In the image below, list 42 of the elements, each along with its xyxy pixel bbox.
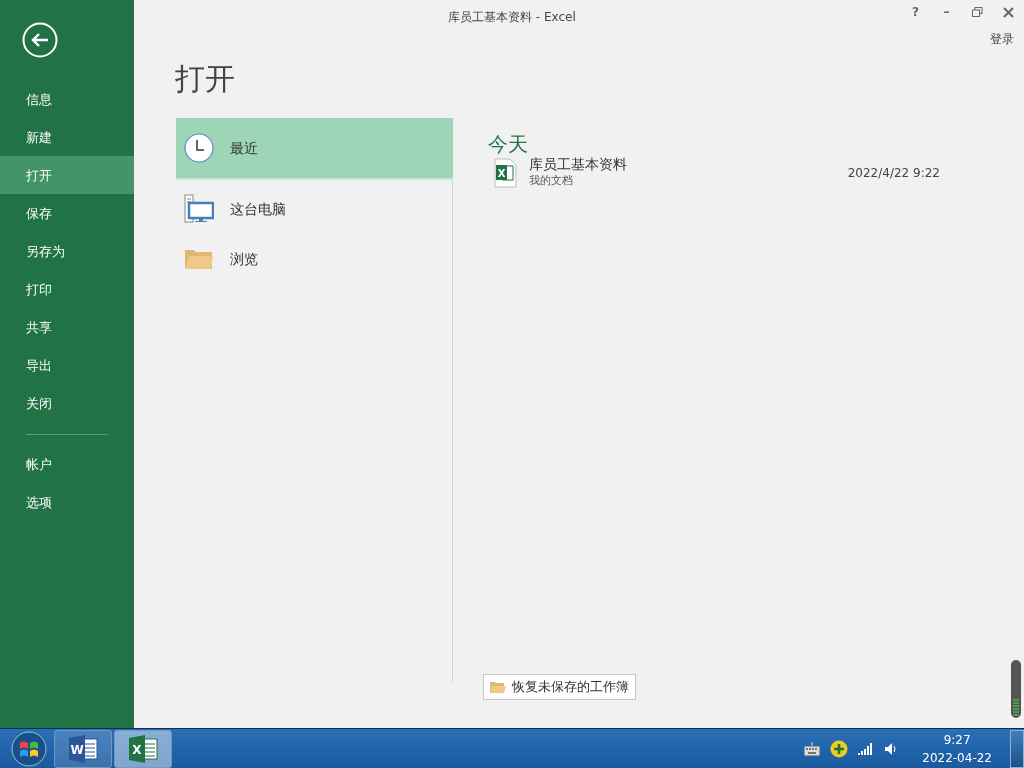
file-location: 我的文档 (529, 173, 574, 189)
clock-icon (184, 133, 214, 163)
help-button[interactable]: ? (900, 0, 931, 24)
minimize-button[interactable]: – (931, 0, 962, 24)
keyboard-icon[interactable] (804, 741, 821, 756)
file-name: 库员工基本资料 (529, 156, 627, 173)
sidebar-item[interactable]: 选项 (0, 483, 134, 521)
recent-file-item[interactable]: X 库员工基本资料 我的文档 2022/4/22 9:22 (488, 156, 940, 190)
place-item[interactable]: 最近 (176, 118, 453, 180)
file-date: 2022/4/22 9:22 (847, 164, 940, 182)
restore-icon (972, 7, 983, 17)
sidebar-item[interactable]: 新建 (0, 118, 134, 156)
back-button[interactable] (22, 22, 58, 58)
sidebar-item[interactable]: 共享 (0, 308, 134, 346)
sidebar-item[interactable]: 打印 (0, 270, 134, 308)
group-heading: 今天 (488, 132, 529, 156)
excel-file-icon: X (492, 157, 518, 188)
folder-icon (184, 247, 214, 271)
page-title: 打开 (175, 61, 235, 96)
sidebar-item[interactable]: 关闭 (0, 384, 134, 422)
sidebar-item[interactable]: 导出 (0, 346, 134, 384)
sidebar-item[interactable]: 帐户 (0, 445, 134, 483)
close-icon (1003, 6, 1014, 18)
sidebar-item[interactable]: 保存 (0, 194, 134, 232)
signal-icon[interactable] (858, 742, 875, 755)
recover-button[interactable]: 恢复未保存的工作簿 (483, 674, 636, 700)
computer-icon (184, 194, 214, 224)
sidebar-item[interactable]: 打开 (0, 156, 134, 194)
taskbar-app-button[interactable]: W (54, 729, 112, 768)
plus-icon[interactable] (830, 739, 849, 758)
clock[interactable]: 9:27 2022-04-22 (922, 730, 992, 767)
sidebar-item[interactable]: 信息 (0, 80, 134, 118)
scrollbar-drawing (1011, 660, 1021, 718)
taskbar-app-button[interactable]: X (114, 729, 172, 768)
window-title: 库员工基本资料 - Excel (448, 9, 576, 26)
place-item[interactable]: 这台电脑 (176, 184, 453, 234)
show-desktop-button[interactable] (1010, 729, 1024, 768)
place-item[interactable]: 浏览 (176, 234, 453, 284)
speaker-icon[interactable] (884, 741, 899, 756)
sign-in-link[interactable]: 登录 (990, 30, 1014, 48)
sidebar-item[interactable]: 另存为 (0, 232, 134, 270)
folder-icon (490, 680, 506, 694)
